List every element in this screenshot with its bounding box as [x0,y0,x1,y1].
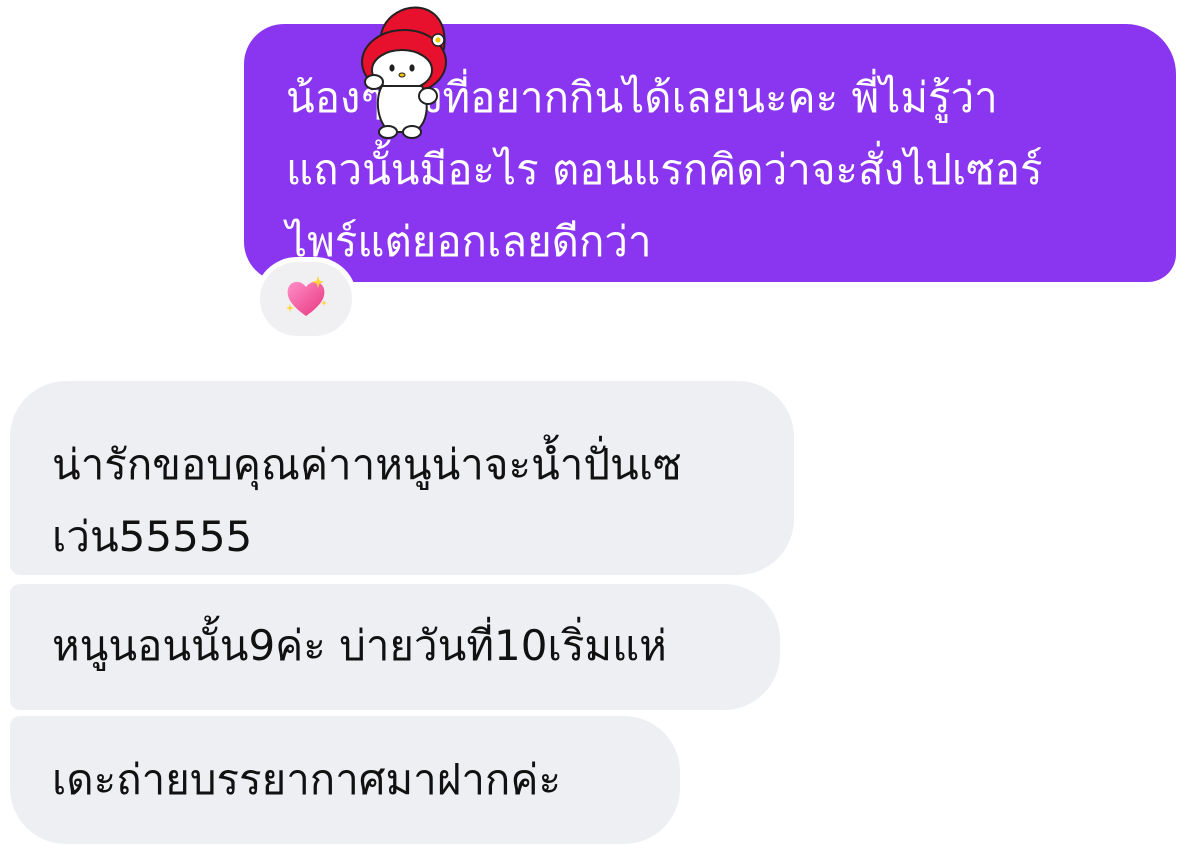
incoming-message-bubble[interactable]: เดะถ่ายบรรยากาศมาฝากค่ะ [10,716,680,844]
chat-thread: น้องๆ สั่งที่อยากกินได้เลยนะคะ พี่ไม่รู้… [0,0,1200,856]
sparkling-heart-icon [286,276,327,316]
my-melody-sticker [352,0,462,144]
incoming-message-bubble[interactable]: หนูนอนนั้น9ค่ะ บ่ายวันที่10เริ่มแห่ [10,584,780,710]
incoming-message-bubble[interactable]: น่ารักขอบคุณค่าาหนูน่าจะน้ำปั่นเซ เว่น55… [10,381,794,575]
message-reaction[interactable] [260,262,352,336]
